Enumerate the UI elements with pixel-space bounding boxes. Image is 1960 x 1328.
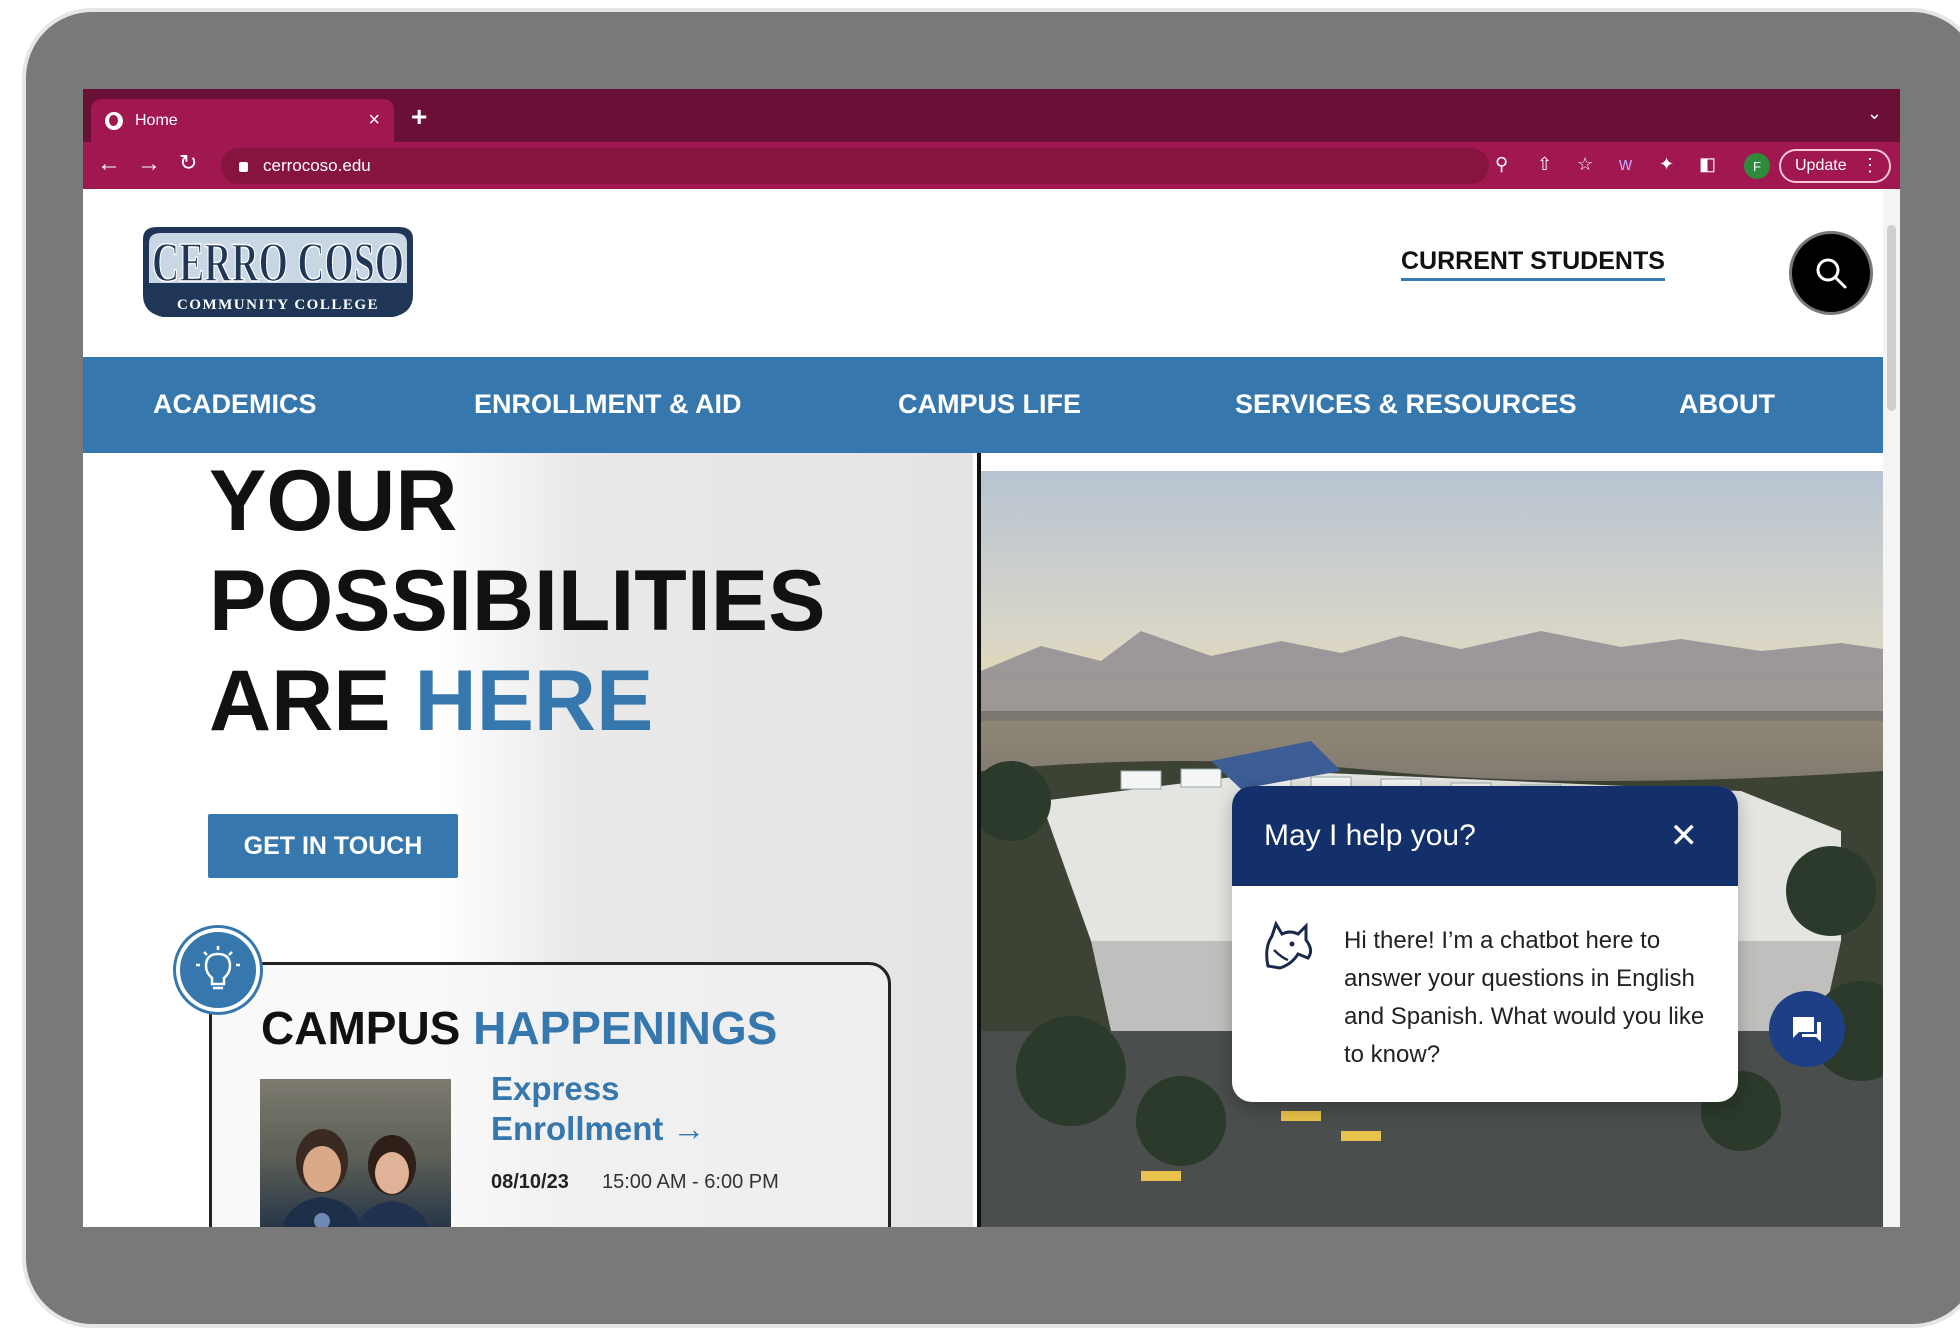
- puzzle-icon[interactable]: ✦: [1659, 154, 1674, 175]
- chatbot-widget: May I help you? ✕ Hi there! I’m a chatbo…: [1232, 786, 1738, 1102]
- scrollbar-thumb[interactable]: [1887, 225, 1896, 411]
- search-icon: [1816, 258, 1847, 289]
- nav-academics[interactable]: ACADEMICS: [153, 389, 317, 420]
- event-title-link[interactable]: Express Enrollment →: [491, 1069, 706, 1149]
- tab-home[interactable]: Home ×: [91, 99, 394, 142]
- address-bar[interactable]: cerrocoso.edu: [221, 148, 1489, 184]
- event-photo[interactable]: [260, 1079, 451, 1227]
- nav-enrollment-aid[interactable]: ENROLLMENT & AID: [474, 389, 741, 420]
- nav-about[interactable]: ABOUT: [1679, 389, 1775, 420]
- close-icon[interactable]: ✕: [1670, 816, 1699, 856]
- bookmark-star-icon[interactable]: ☆: [1577, 154, 1593, 175]
- cerro-coso-logo[interactable]: CERRO COSO COMMUNITY COLLEGE: [137, 221, 419, 323]
- search-button[interactable]: [1789, 231, 1873, 315]
- coyote-mascot-icon: [1265, 920, 1313, 970]
- chatbot-message: Hi there! I’m a chatbot here to answer y…: [1344, 927, 1705, 1068]
- chat-launcher-button[interactable]: [1769, 991, 1845, 1067]
- get-in-touch-button[interactable]: GET IN TOUCH: [208, 814, 458, 878]
- browser-window: Home × + ⌄ ← → ↻ cerrocoso.edu ⚲ ⇧ ☆ w ✦…: [83, 89, 1900, 1227]
- arrow-right-icon: →: [672, 1110, 706, 1147]
- event-date: 08/10/23: [491, 1171, 569, 1193]
- nav-campus-life[interactable]: CAMPUS LIFE: [898, 389, 1081, 420]
- share-icon[interactable]: ⇧: [1537, 154, 1552, 175]
- page-scrollbar[interactable]: [1883, 189, 1900, 1227]
- chat-bubble-icon: [1793, 1017, 1821, 1042]
- url-text: cerrocoso.edu: [263, 156, 371, 175]
- reload-icon[interactable]: ↻: [179, 150, 197, 176]
- side-panel-icon[interactable]: ◧: [1699, 154, 1716, 175]
- chatbot-title: May I help you?: [1264, 819, 1476, 852]
- tab-close-icon[interactable]: ×: [368, 109, 380, 132]
- hero-panel: YOUR POSSIBILITIES ARE HERE GET IN TOUCH: [83, 453, 973, 1227]
- forward-arrow-icon[interactable]: →: [137, 150, 161, 178]
- toolbar: ← → ↻ cerrocoso.edu ⚲ ⇧ ☆ w ✦ ◧: [83, 142, 1900, 189]
- svg-text:COMMUNITY COLLEGE: COMMUNITY COLLEGE: [177, 297, 379, 313]
- new-tab-button[interactable]: +: [411, 101, 427, 133]
- update-label: Update: [1795, 157, 1847, 174]
- chatbot-header: May I help you? ✕: [1232, 786, 1738, 886]
- lightbulb-icon: [176, 928, 260, 1012]
- back-arrow-icon[interactable]: ←: [97, 150, 121, 178]
- current-students-link[interactable]: CURRENT STUDENTS: [1401, 247, 1665, 281]
- kebab-menu-icon[interactable]: ⋮: [1861, 155, 1879, 176]
- nav-services-resources[interactable]: SERVICES & RESOURCES: [1235, 389, 1577, 420]
- hero-headline: YOUR POSSIBILITIES ARE HERE: [209, 453, 826, 749]
- update-button[interactable]: Update ⋮: [1779, 149, 1891, 183]
- profile-avatar[interactable]: F: [1744, 153, 1770, 179]
- tab-search-chevron-icon[interactable]: ⌄: [1867, 103, 1882, 124]
- svg-text:CERRO COSO: CERRO COSO: [152, 232, 404, 294]
- site-header: CERRO COSO COMMUNITY COLLEGE CURRENT STU…: [83, 189, 1883, 357]
- main-navigation: ACADEMICS ENROLLMENT & AID CAMPUS LIFE S…: [83, 357, 1883, 453]
- globe-icon: [105, 111, 123, 130]
- campus-happenings-title: CAMPUS HAPPENINGS: [261, 1002, 778, 1054]
- extension-w-icon[interactable]: w: [1619, 154, 1632, 175]
- event-time: 15:00 AM - 6:00 PM: [602, 1171, 779, 1193]
- tab-strip: Home × + ⌄: [83, 89, 1900, 142]
- tab-title: Home: [135, 111, 178, 129]
- zoom-icon[interactable]: ⚲: [1495, 154, 1508, 175]
- lock-icon: [239, 162, 248, 172]
